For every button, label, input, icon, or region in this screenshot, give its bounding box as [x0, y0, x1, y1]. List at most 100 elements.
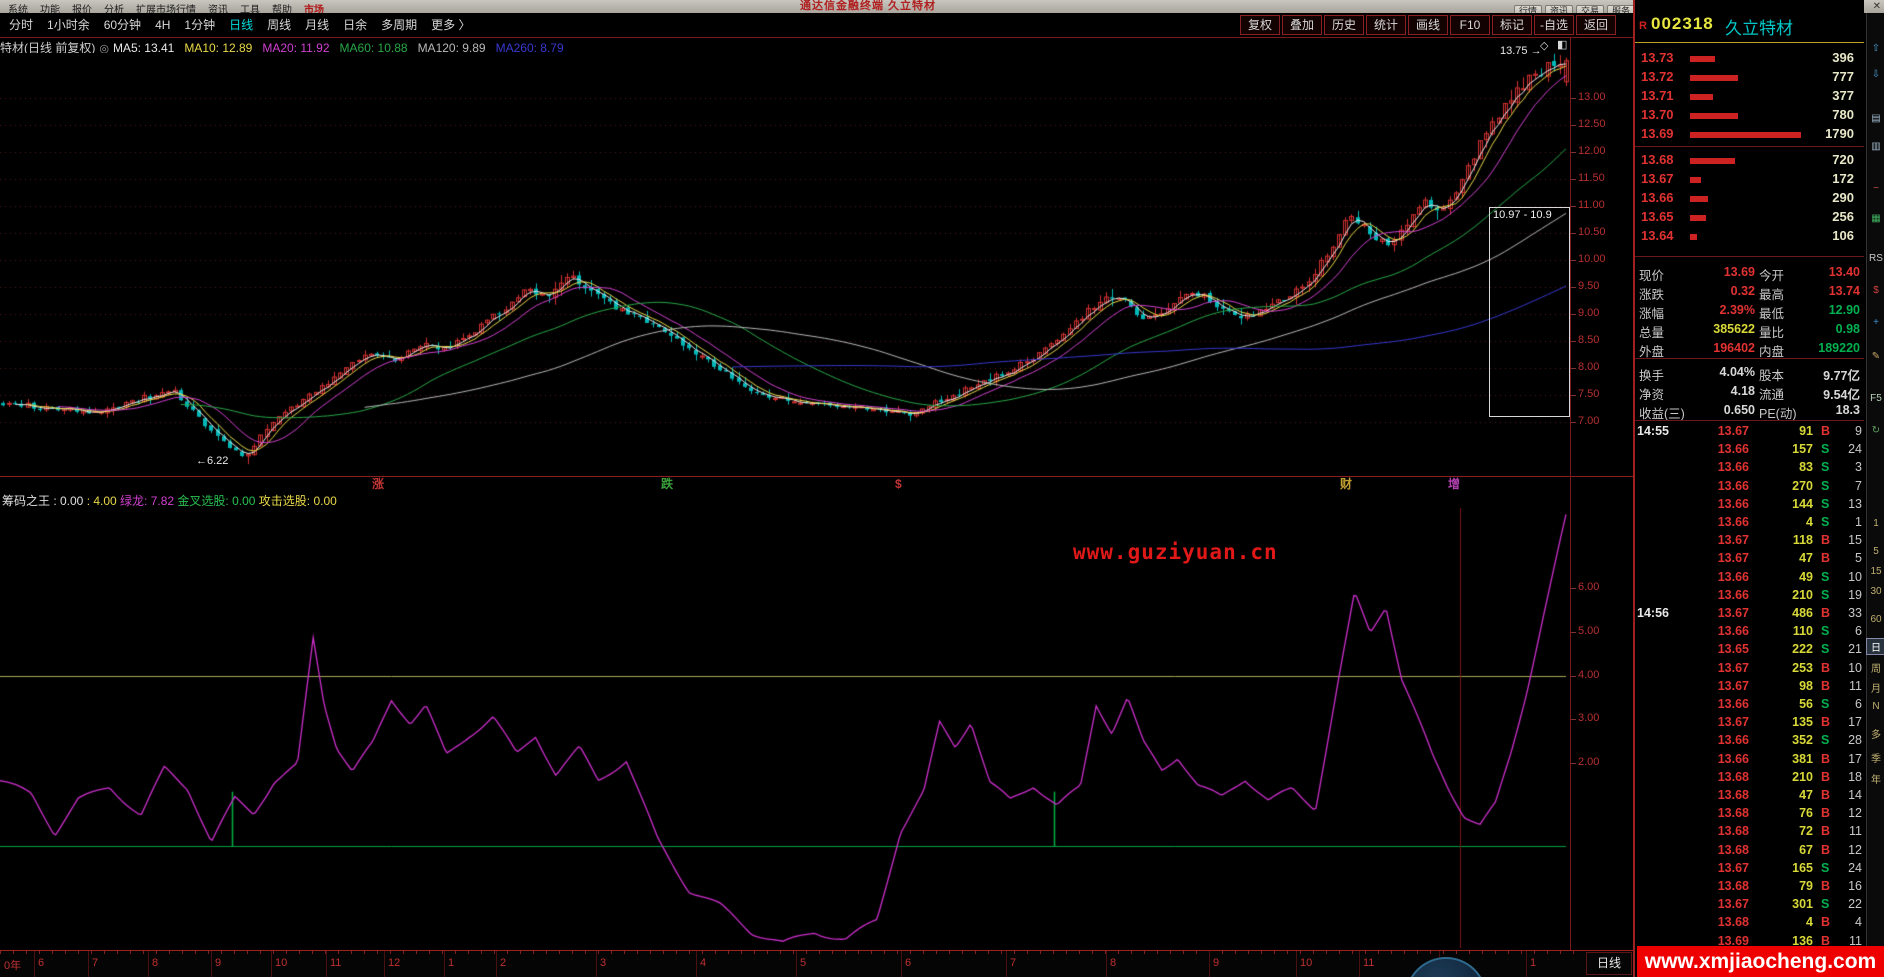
ma-legend-row: 特材(日线 前复权) ◎ MA5: 13.41 MA10: 12.89 MA20: 11…	[0, 39, 1560, 53]
info-row: 涨跌 0.32 最高 13.74	[1635, 284, 1864, 303]
indicator-tick: 5.00	[1578, 624, 1600, 637]
strip-icon-7[interactable]: $	[1867, 285, 1884, 296]
period-tab-7[interactable]: 月线	[298, 13, 336, 37]
tick-volume: 222	[1792, 642, 1813, 657]
indicator-value-2: 绿龙: 7.82	[116, 494, 175, 508]
order-price: 13.68	[1641, 152, 1674, 167]
order-book-row[interactable]: 13.73 396	[1635, 50, 1864, 69]
strip-icon-8[interactable]: +	[1867, 317, 1884, 328]
tool-button-8[interactable]: 返回	[1576, 15, 1616, 35]
strip-period-1[interactable]: 1	[1867, 518, 1884, 529]
period-tab-5[interactable]: 日线	[222, 13, 260, 37]
order-book-row[interactable]: 13.65 256	[1635, 209, 1864, 228]
tool-button-3[interactable]: 统计	[1366, 15, 1406, 35]
period-tab-1[interactable]: 1小时余	[40, 13, 97, 37]
strip-icon-3[interactable]: ▥	[1867, 141, 1884, 152]
period-tab-3[interactable]: 4H	[148, 13, 177, 37]
order-book-row[interactable]: 13.67 172	[1635, 171, 1864, 190]
strip-period-5[interactable]: 5	[1867, 546, 1884, 557]
target-icon: ◎	[99, 43, 109, 53]
tick-row: 13.68 47 B 14	[1635, 788, 1864, 806]
info-label: 最高	[1759, 288, 1785, 302]
tick-count: 13	[1848, 496, 1862, 511]
strip-period-多[interactable]: 多	[1867, 726, 1884, 741]
tick-price: 13.68	[1717, 788, 1749, 802]
diamond-icon[interactable]: ◇	[1540, 39, 1548, 52]
tick-count: 21	[1848, 642, 1862, 657]
order-book-row[interactable]: 13.71 377	[1635, 88, 1864, 107]
strip-icon-2[interactable]: ▤	[1867, 113, 1884, 124]
tick-volume: 118	[1792, 533, 1813, 548]
order-price: 13.66	[1641, 190, 1674, 205]
tool-button-5[interactable]: F10	[1450, 15, 1490, 35]
order-price: 13.69	[1641, 126, 1674, 141]
tick-price: 13.66	[1717, 496, 1749, 511]
strip-period-周[interactable]: 周	[1867, 660, 1884, 675]
strip-period-年[interactable]: 年	[1867, 771, 1884, 786]
order-book-row[interactable]: 13.69 1790	[1635, 126, 1864, 145]
strip-period-月[interactable]: 月	[1867, 680, 1884, 695]
panel-toggle-icon[interactable]: ◧	[1557, 38, 1567, 51]
info-label: 流通	[1759, 388, 1785, 402]
price-tick: 9.00	[1578, 307, 1600, 319]
order-book-row[interactable]: 13.72 777	[1635, 69, 1864, 88]
tool-button-0[interactable]: 复权	[1240, 15, 1280, 35]
main-chart-canvas[interactable]	[0, 53, 1570, 476]
tool-button-4[interactable]: 画线	[1408, 15, 1448, 35]
tick-direction: B	[1821, 824, 1831, 839]
strip-icon-9[interactable]: ✎	[1867, 351, 1884, 362]
period-tab-9[interactable]: 多周期	[374, 13, 424, 37]
indicator-canvas[interactable]	[0, 508, 1570, 948]
strip-period-N[interactable]: N	[1867, 701, 1884, 712]
period-tab-4[interactable]: 1分钟	[177, 13, 222, 37]
tick-row: 13.67 165 S 24	[1635, 861, 1864, 879]
ma-label-1: MA10: 12.89	[184, 41, 253, 53]
strip-icon-5[interactable]: ▦	[1867, 213, 1884, 224]
tool-button-7[interactable]: -自选	[1534, 15, 1574, 35]
tick-price: 13.68	[1717, 842, 1749, 857]
period-tab-10[interactable]: 更多 〉	[424, 13, 477, 37]
period-high-annotation: 13.75 →	[1500, 45, 1542, 57]
strip-icon-1[interactable]: ⇩	[1867, 69, 1884, 80]
period-tab-0[interactable]: 分时	[2, 13, 40, 37]
info-value: 18.3	[1835, 403, 1860, 417]
order-volume: 256	[1832, 209, 1854, 224]
month-label: 10	[1300, 957, 1313, 969]
close-icon[interactable]: ✕	[1873, 0, 1881, 13]
strip-icon-0[interactable]: ⇧	[1867, 43, 1884, 54]
period-tab-6[interactable]: 周线	[260, 13, 298, 37]
order-book-row[interactable]: 13.66 290	[1635, 190, 1864, 209]
tick-direction: S	[1821, 624, 1830, 639]
price-tick: 11.00	[1578, 199, 1605, 211]
order-price: 13.65	[1641, 209, 1674, 224]
order-book-row[interactable]: 13.64 106	[1635, 228, 1864, 247]
period-tab-8[interactable]: 日余	[336, 13, 374, 37]
info-value: 0.32	[1730, 284, 1755, 298]
tick-volume: 165	[1792, 860, 1813, 875]
strip-period-日[interactable]: 日	[1866, 638, 1884, 655]
strip-icon-6[interactable]: RS	[1867, 253, 1884, 264]
strip-icon-11[interactable]: ↻	[1867, 425, 1884, 436]
strip-icon-4[interactable]: ~	[1867, 183, 1884, 194]
volume-bar	[1690, 177, 1701, 183]
tool-button-6[interactable]: 标记	[1492, 15, 1532, 35]
tool-button-1[interactable]: 叠加	[1282, 15, 1322, 35]
info-label: 涨幅	[1639, 307, 1665, 321]
current-period-button[interactable]: 日线	[1586, 952, 1632, 975]
strip-period-30[interactable]: 30	[1867, 586, 1884, 597]
period-tab-2[interactable]: 60分钟	[97, 13, 148, 37]
strip-period-季[interactable]: 季	[1867, 750, 1884, 765]
strip-period-60[interactable]: 60	[1867, 614, 1884, 625]
indicator-value-4: 攻击选股: 0.00	[255, 494, 337, 508]
tick-count: 10	[1848, 569, 1862, 584]
order-book-row[interactable]: 13.70 780	[1635, 107, 1864, 126]
strip-period-15[interactable]: 15	[1867, 566, 1884, 577]
tick-time: 14:56	[1637, 606, 1669, 620]
month-label: 11	[1363, 957, 1375, 969]
strip-icon-10[interactable]: F5	[1867, 393, 1884, 404]
month-label: 1	[1530, 957, 1537, 969]
tool-button-2[interactable]: 历史	[1324, 15, 1364, 35]
order-price: 13.70	[1641, 107, 1674, 122]
quote-panel: R 002318 久立特材 13.73 396 13.72 777 13.71 377 13…	[1635, 0, 1864, 977]
order-book-row[interactable]: 13.68 720	[1635, 152, 1864, 171]
